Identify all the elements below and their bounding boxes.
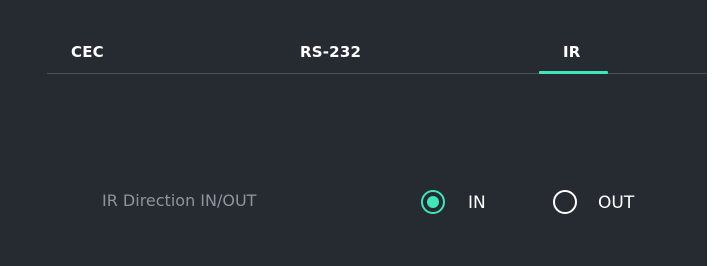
ir-direction-label: IR Direction IN/OUT	[102, 191, 257, 210]
radio-in-circle[interactable]	[421, 190, 445, 214]
tab-bar: CEC RS-232 IR	[47, 34, 707, 74]
radio-option-out[interactable]: OUT	[553, 190, 663, 216]
active-tab-indicator	[539, 71, 608, 74]
radio-in-label[interactable]: IN	[468, 193, 486, 213]
radio-selected-dot	[427, 196, 439, 208]
tab-cec[interactable]: CEC	[71, 43, 104, 61]
radio-option-in[interactable]: IN	[421, 190, 501, 216]
tab-rs-232[interactable]: RS-232	[300, 43, 361, 61]
radio-out-label[interactable]: OUT	[598, 193, 634, 213]
settings-panel: CEC RS-232 IR IR Direction IN/OUT IN OUT	[0, 0, 707, 266]
tab-ir[interactable]: IR	[563, 43, 581, 61]
radio-out-circle[interactable]	[553, 190, 577, 214]
